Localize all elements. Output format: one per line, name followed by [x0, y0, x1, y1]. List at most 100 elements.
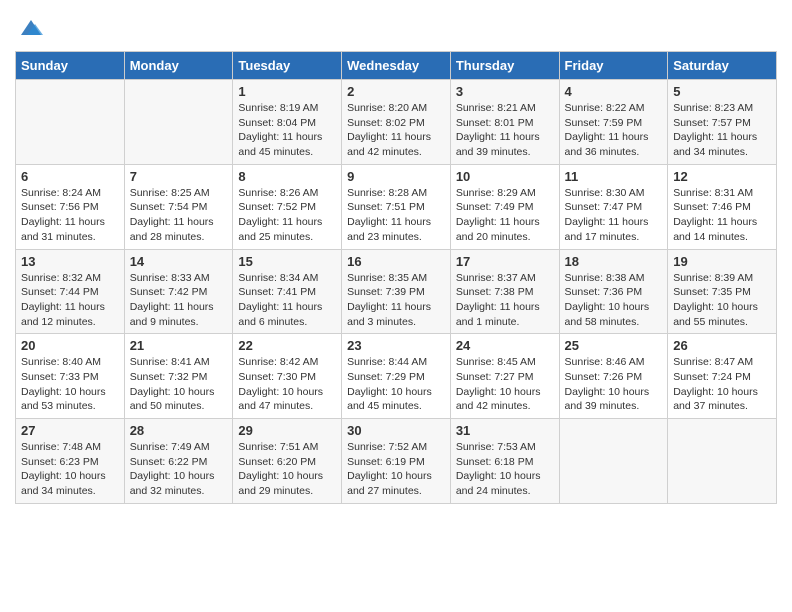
calendar-cell: 26 Sunrise: 8:47 AM Sunset: 7:24 PM Dayli…	[668, 334, 777, 419]
calendar-week-row: 1 Sunrise: 8:19 AM Sunset: 8:04 PM Daylig…	[16, 80, 777, 165]
calendar-cell: 12 Sunrise: 8:31 AM Sunset: 7:46 PM Dayli…	[668, 164, 777, 249]
weekday-header: Saturday	[668, 52, 777, 80]
calendar-table: SundayMondayTuesdayWednesdayThursdayFrid…	[15, 51, 777, 504]
calendar-cell: 15 Sunrise: 8:34 AM Sunset: 7:41 PM Dayli…	[233, 249, 342, 334]
calendar-cell: 14 Sunrise: 8:33 AM Sunset: 7:42 PM Dayli…	[124, 249, 233, 334]
day-number: 12	[673, 169, 771, 184]
calendar-cell: 27 Sunrise: 7:48 AM Sunset: 6:23 PM Dayli…	[16, 419, 125, 504]
calendar-cell: 8 Sunrise: 8:26 AM Sunset: 7:52 PM Daylig…	[233, 164, 342, 249]
main-container: SundayMondayTuesdayWednesdayThursdayFrid…	[0, 0, 792, 519]
cell-content: Sunrise: 8:34 AM Sunset: 7:41 PM Dayligh…	[238, 271, 336, 330]
calendar-cell: 10Sunrise: 8:29 AM Sunset: 7:49 PM Dayli…	[450, 164, 559, 249]
cell-content: Sunrise: 8:29 AM Sunset: 7:49 PM Dayligh…	[456, 186, 554, 245]
calendar-cell: 18 Sunrise: 8:38 AM Sunset: 7:36 PM Dayli…	[559, 249, 668, 334]
weekday-header: Monday	[124, 52, 233, 80]
cell-content: Sunrise: 8:28 AM Sunset: 7:51 PM Dayligh…	[347, 186, 445, 245]
cell-content: Sunrise: 8:20 AM Sunset: 8:02 PM Dayligh…	[347, 101, 445, 160]
calendar-week-row: 6 Sunrise: 8:24 AM Sunset: 7:56 PM Daylig…	[16, 164, 777, 249]
calendar-cell: 28 Sunrise: 7:49 AM Sunset: 6:22 PM Dayli…	[124, 419, 233, 504]
cell-content: Sunrise: 8:24 AM Sunset: 7:56 PM Dayligh…	[21, 186, 119, 245]
logo-icon	[17, 15, 45, 43]
cell-content: Sunrise: 8:22 AM Sunset: 7:59 PM Dayligh…	[565, 101, 663, 160]
cell-content: Sunrise: 8:31 AM Sunset: 7:46 PM Dayligh…	[673, 186, 771, 245]
day-number: 3	[456, 84, 554, 99]
day-number: 27	[21, 423, 119, 438]
calendar-cell: 7Sunrise: 8:25 AM Sunset: 7:54 PM Daylig…	[124, 164, 233, 249]
day-number: 30	[347, 423, 445, 438]
calendar-cell: 6 Sunrise: 8:24 AM Sunset: 7:56 PM Daylig…	[16, 164, 125, 249]
cell-content: Sunrise: 8:26 AM Sunset: 7:52 PM Dayligh…	[238, 186, 336, 245]
day-number: 2	[347, 84, 445, 99]
calendar-cell: 16Sunrise: 8:35 AM Sunset: 7:39 PM Dayli…	[342, 249, 451, 334]
day-number: 19	[673, 254, 771, 269]
cell-content: Sunrise: 8:41 AM Sunset: 7:32 PM Dayligh…	[130, 355, 228, 414]
cell-content: Sunrise: 8:39 AM Sunset: 7:35 PM Dayligh…	[673, 271, 771, 330]
calendar-cell: 17 Sunrise: 8:37 AM Sunset: 7:38 PM Dayli…	[450, 249, 559, 334]
calendar-week-row: 13 Sunrise: 8:32 AM Sunset: 7:44 PM Dayli…	[16, 249, 777, 334]
day-number: 5	[673, 84, 771, 99]
calendar-cell: 3 Sunrise: 8:21 AM Sunset: 8:01 PM Daylig…	[450, 80, 559, 165]
calendar-cell: 5 Sunrise: 8:23 AM Sunset: 7:57 PM Daylig…	[668, 80, 777, 165]
day-number: 13	[21, 254, 119, 269]
day-number: 26	[673, 338, 771, 353]
day-number: 29	[238, 423, 336, 438]
weekday-header: Tuesday	[233, 52, 342, 80]
day-number: 23	[347, 338, 445, 353]
day-number: 4	[565, 84, 663, 99]
day-number: 21	[130, 338, 228, 353]
day-number: 22	[238, 338, 336, 353]
day-number: 16	[347, 254, 445, 269]
day-number: 31	[456, 423, 554, 438]
day-number: 14	[130, 254, 228, 269]
day-number: 20	[21, 338, 119, 353]
weekday-header: Thursday	[450, 52, 559, 80]
logo	[15, 15, 45, 43]
cell-content: Sunrise: 8:30 AM Sunset: 7:47 PM Dayligh…	[565, 186, 663, 245]
weekday-header-row: SundayMondayTuesdayWednesdayThursdayFrid…	[16, 52, 777, 80]
calendar-cell: 1 Sunrise: 8:19 AM Sunset: 8:04 PM Daylig…	[233, 80, 342, 165]
cell-content: Sunrise: 7:53 AM Sunset: 6:18 PM Dayligh…	[456, 440, 554, 499]
cell-content: Sunrise: 7:48 AM Sunset: 6:23 PM Dayligh…	[21, 440, 119, 499]
calendar-cell: 21 Sunrise: 8:41 AM Sunset: 7:32 PM Dayli…	[124, 334, 233, 419]
calendar-cell	[124, 80, 233, 165]
day-number: 11	[565, 169, 663, 184]
calendar-cell	[668, 419, 777, 504]
calendar-cell: 2 Sunrise: 8:20 AM Sunset: 8:02 PM Daylig…	[342, 80, 451, 165]
day-number: 1	[238, 84, 336, 99]
weekday-header: Sunday	[16, 52, 125, 80]
day-number: 6	[21, 169, 119, 184]
cell-content: Sunrise: 8:37 AM Sunset: 7:38 PM Dayligh…	[456, 271, 554, 330]
calendar-cell: 19 Sunrise: 8:39 AM Sunset: 7:35 PM Dayli…	[668, 249, 777, 334]
calendar-cell: 29 Sunrise: 7:51 AM Sunset: 6:20 PM Dayli…	[233, 419, 342, 504]
calendar-cell	[16, 80, 125, 165]
calendar-week-row: 27 Sunrise: 7:48 AM Sunset: 6:23 PM Dayli…	[16, 419, 777, 504]
cell-content: Sunrise: 8:33 AM Sunset: 7:42 PM Dayligh…	[130, 271, 228, 330]
calendar-cell	[559, 419, 668, 504]
day-number: 9	[347, 169, 445, 184]
cell-content: Sunrise: 8:40 AM Sunset: 7:33 PM Dayligh…	[21, 355, 119, 414]
cell-content: Sunrise: 8:47 AM Sunset: 7:24 PM Dayligh…	[673, 355, 771, 414]
cell-content: Sunrise: 7:51 AM Sunset: 6:20 PM Dayligh…	[238, 440, 336, 499]
calendar-cell: 31 Sunrise: 7:53 AM Sunset: 6:18 PM Dayli…	[450, 419, 559, 504]
cell-content: Sunrise: 8:21 AM Sunset: 8:01 PM Dayligh…	[456, 101, 554, 160]
cell-content: Sunrise: 8:45 AM Sunset: 7:27 PM Dayligh…	[456, 355, 554, 414]
day-number: 8	[238, 169, 336, 184]
cell-content: Sunrise: 8:38 AM Sunset: 7:36 PM Dayligh…	[565, 271, 663, 330]
weekday-header: Wednesday	[342, 52, 451, 80]
day-number: 18	[565, 254, 663, 269]
calendar-cell: 25Sunrise: 8:46 AM Sunset: 7:26 PM Dayli…	[559, 334, 668, 419]
day-number: 15	[238, 254, 336, 269]
day-number: 28	[130, 423, 228, 438]
cell-content: Sunrise: 8:19 AM Sunset: 8:04 PM Dayligh…	[238, 101, 336, 160]
day-number: 17	[456, 254, 554, 269]
calendar-cell: 23Sunrise: 8:44 AM Sunset: 7:29 PM Dayli…	[342, 334, 451, 419]
cell-content: Sunrise: 8:23 AM Sunset: 7:57 PM Dayligh…	[673, 101, 771, 160]
cell-content: Sunrise: 7:49 AM Sunset: 6:22 PM Dayligh…	[130, 440, 228, 499]
cell-content: Sunrise: 8:32 AM Sunset: 7:44 PM Dayligh…	[21, 271, 119, 330]
day-number: 24	[456, 338, 554, 353]
calendar-week-row: 20 Sunrise: 8:40 AM Sunset: 7:33 PM Dayli…	[16, 334, 777, 419]
day-number: 7	[130, 169, 228, 184]
calendar-cell: 11 Sunrise: 8:30 AM Sunset: 7:47 PM Dayli…	[559, 164, 668, 249]
calendar-cell: 20 Sunrise: 8:40 AM Sunset: 7:33 PM Dayli…	[16, 334, 125, 419]
weekday-header: Friday	[559, 52, 668, 80]
